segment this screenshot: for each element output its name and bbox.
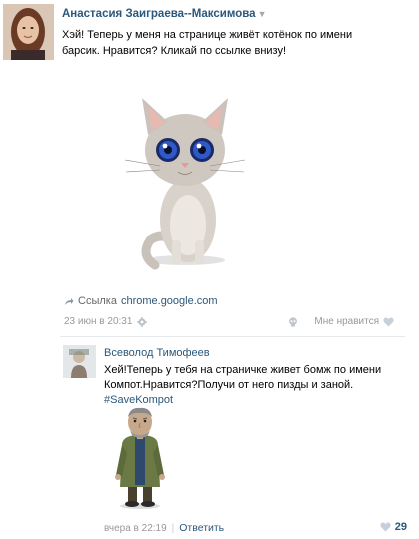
comment-divider	[60, 336, 405, 337]
gear-icon[interactable]	[137, 316, 148, 327]
comment-like-count: 29	[394, 521, 407, 533]
post-timestamp[interactable]: 23 июн в 20:31	[64, 316, 132, 327]
post-text-line: барсик. Нравится? Кликай по ссылке внизу…	[62, 45, 287, 57]
post-meta-row: 23 июн в 20:31 Мне нравится	[64, 316, 394, 327]
post-link-row[interactable]: Ссылка chrome.google.com	[64, 295, 218, 307]
comment-text-line: Хей!Теперь у тебя на страничке живет бом…	[104, 364, 382, 376]
post-like-area: Мне нравится	[288, 316, 394, 327]
kitten-image[interactable]	[120, 90, 250, 270]
comment-author-avatar[interactable]	[63, 345, 96, 378]
comment-like-area[interactable]: 29	[380, 521, 407, 533]
like-button-label[interactable]: Мне нравится	[314, 316, 379, 327]
author-avatar[interactable]	[3, 4, 54, 60]
reply-button[interactable]: Ответить	[179, 522, 224, 534]
bomzh-image[interactable]	[110, 405, 170, 510]
comment-text: Хей!Теперь у тебя на страничке живет бом…	[104, 363, 409, 408]
comment-timestamp[interactable]: вчера в 22:19	[104, 523, 167, 534]
meta-separator: |	[171, 522, 175, 534]
heart-icon[interactable]	[380, 522, 391, 532]
post-author-caret[interactable]: ▼	[258, 9, 267, 19]
post-author-name[interactable]: Анастасия Заиграева--Максимова	[62, 8, 256, 20]
heart-icon[interactable]	[383, 317, 394, 327]
post-text: Хэй! Теперь у меня на странице живёт кот…	[62, 27, 407, 59]
comment-text-line: Компот.Нравится?Получи от него пизды и з…	[104, 379, 354, 391]
post-text-line: Хэй! Теперь у меня на странице живёт кот…	[62, 29, 353, 41]
comment-author-name[interactable]: Всеволод Тимофеев	[104, 347, 210, 359]
link-label: Ссылка	[78, 295, 117, 307]
link-url[interactable]: chrome.google.com	[121, 295, 218, 307]
comment-meta-row: вчера в 22:19 | Ответить	[104, 522, 224, 534]
skull-icon[interactable]	[288, 316, 298, 327]
share-link-icon	[65, 298, 74, 305]
post-author-row: Анастасия Заиграева--Максимова ▼	[62, 8, 267, 20]
